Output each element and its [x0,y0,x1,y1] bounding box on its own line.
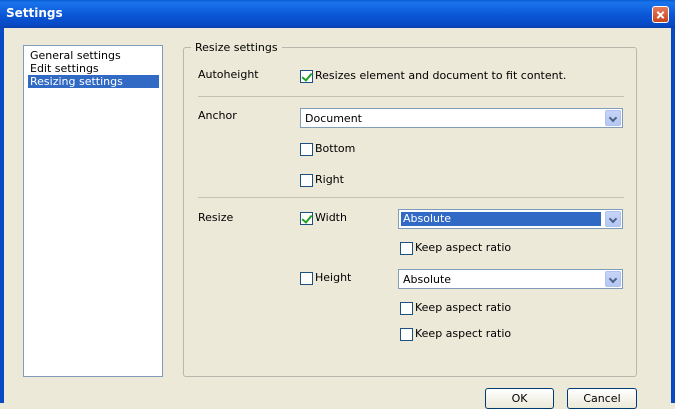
resize-width-checkbox[interactable] [300,212,313,225]
height-mode-select-value: Absolute [403,273,452,286]
anchor-right-checkbox[interactable] [300,174,313,187]
chevron-down-icon[interactable] [605,110,621,126]
ok-button[interactable]: OK [485,388,554,409]
width-mode-select[interactable]: Absolute [398,209,623,229]
resize-width-label[interactable]: Width [315,211,347,224]
resize-height-checkbox[interactable] [300,272,313,285]
extra-keep-aspect-checkbox[interactable] [400,328,413,341]
autoheight-label: Autoheight [198,68,259,81]
width-keep-aspect-checkbox[interactable] [400,242,413,255]
resize-height-label[interactable]: Height [315,271,351,284]
height-keep-aspect-label[interactable]: Keep aspect ratio [415,301,511,314]
title-bar[interactable]: Settings [0,0,675,28]
nav-item-resizing-settings[interactable]: Resizing settings [28,75,159,88]
resize-label: Resize [198,211,234,224]
nav-item-edit-settings[interactable]: Edit settings [28,62,101,75]
close-button[interactable] [652,6,669,23]
extra-keep-aspect-label[interactable]: Keep aspect ratio [415,327,511,340]
anchor-right-label[interactable]: Right [315,173,344,186]
cancel-button[interactable]: Cancel [567,388,637,409]
anchor-label: Anchor [198,109,237,122]
anchor-select-value: Document [305,112,362,125]
anchor-select[interactable]: Document [300,108,623,128]
separator [198,197,624,198]
window-title: Settings [6,6,63,20]
height-keep-aspect-checkbox[interactable] [400,302,413,315]
anchor-bottom-checkbox[interactable] [300,143,313,156]
autoheight-checkbox-label[interactable]: Resizes element and document to fit cont… [315,69,566,82]
settings-nav-list[interactable]: General settings Edit settings Resizing … [23,45,163,377]
chevron-down-icon[interactable] [605,271,621,287]
width-mode-select-value: Absolute [401,212,601,226]
separator [198,96,624,97]
chevron-down-icon[interactable] [605,211,621,227]
autoheight-checkbox[interactable] [300,70,313,83]
width-keep-aspect-label[interactable]: Keep aspect ratio [415,241,511,254]
height-mode-select[interactable]: Absolute [398,269,623,289]
nav-item-general-settings[interactable]: General settings [28,49,123,62]
group-legend: Resize settings [191,41,282,54]
anchor-bottom-label[interactable]: Bottom [315,142,355,155]
